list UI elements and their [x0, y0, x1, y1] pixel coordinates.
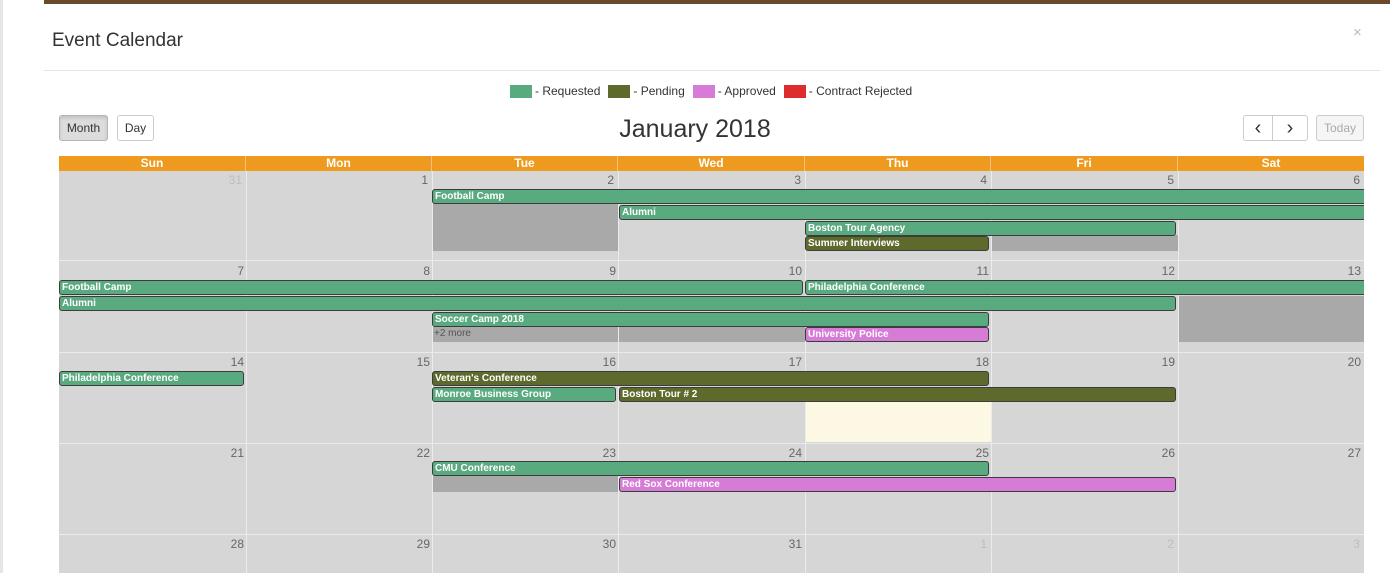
legend-pending: - Pending	[608, 84, 685, 98]
grid-line	[59, 352, 1364, 353]
event-bar[interactable]: Boston Tour Agency	[805, 221, 1176, 236]
legend-swatch-approved	[692, 84, 715, 98]
legend-label-requested: - Requested	[535, 84, 601, 98]
day-number[interactable]: 31	[202, 173, 242, 187]
day-number[interactable]: 30	[576, 537, 616, 551]
day-number[interactable]: 11	[949, 264, 989, 278]
day-number[interactable]: 19	[1135, 355, 1175, 369]
day-number[interactable]: 2	[574, 173, 614, 187]
event-bar[interactable]: Football Camp	[59, 280, 803, 295]
day-number[interactable]: 15	[390, 355, 430, 369]
day-name-header: Sun Mon Tue Wed Thu Fri Sat	[59, 156, 1364, 171]
today-cell[interactable]	[805, 402, 991, 442]
day-number[interactable]: 23	[576, 446, 616, 460]
day-number[interactable]: 7	[204, 264, 244, 278]
header-sun: Sun	[59, 156, 246, 171]
legend-requested: - Requested	[510, 84, 600, 98]
day-number[interactable]: 14	[204, 355, 244, 369]
day-number[interactable]: 12	[1135, 264, 1175, 278]
modal-header-divider	[44, 70, 1380, 71]
event-bar[interactable]: Alumni	[59, 296, 1176, 311]
day-number[interactable]: 24	[762, 446, 802, 460]
event-bar[interactable]: Red Sox Conference	[619, 477, 1176, 492]
day-number[interactable]: 27	[1321, 446, 1361, 460]
day-number[interactable]: 13	[1321, 264, 1361, 278]
legend-swatch-contract-rejected	[783, 84, 806, 98]
status-legend: - Requested - Pending - Approved - Contr…	[510, 83, 920, 99]
modal-title: Event Calendar	[52, 30, 183, 51]
day-number[interactable]: 8	[390, 264, 430, 278]
day-number[interactable]: 22	[390, 446, 430, 460]
legend-contract-rejected: - Contract Rejected	[783, 84, 913, 98]
legend-label-pending: - Pending	[633, 84, 685, 98]
day-number[interactable]: 18	[949, 355, 989, 369]
grid-line	[59, 534, 1364, 535]
day-number[interactable]: 5	[1134, 173, 1174, 187]
grid-line	[59, 443, 1364, 444]
today-button[interactable]: Today	[1316, 115, 1364, 141]
day-number[interactable]: 21	[204, 446, 244, 460]
event-bar[interactable]: Soccer Camp 2018	[432, 312, 989, 327]
day-number[interactable]: 20	[1321, 355, 1361, 369]
month-grid: Sun Mon Tue Wed Thu Fri Sat 31 1 2 3 4 5…	[59, 156, 1364, 573]
header-sat: Sat	[1261, 156, 1281, 170]
event-bar[interactable]: Veteran's Conference	[432, 371, 989, 386]
event-bar[interactable]: University Police	[805, 327, 989, 342]
day-number[interactable]: 29	[390, 537, 430, 551]
cell-shade	[432, 203, 618, 251]
event-bar[interactable]: Summer Interviews	[805, 236, 989, 251]
event-bar[interactable]: Monroe Business Group	[432, 387, 616, 402]
day-number[interactable]: 6	[1320, 173, 1360, 187]
event-bar[interactable]: CMU Conference	[432, 461, 989, 476]
day-number[interactable]: 25	[949, 446, 989, 460]
next-month-button[interactable]: ›	[1272, 115, 1308, 141]
legend-label-approved: - Approved	[717, 84, 776, 98]
header-fri: Fri	[991, 156, 1178, 171]
header-wed: Wed	[618, 156, 805, 171]
day-number[interactable]: 2	[1134, 537, 1174, 551]
event-bar[interactable]: Alumni	[619, 205, 1364, 220]
day-number[interactable]: 3	[761, 173, 801, 187]
day-number[interactable]: 1	[388, 173, 428, 187]
event-bar[interactable]: Boston Tour # 2	[619, 387, 1176, 402]
day-number[interactable]: 4	[947, 173, 987, 187]
day-number[interactable]: 17	[762, 355, 802, 369]
event-bar[interactable]: Philadelphia Conference	[59, 371, 244, 386]
cell-shade	[1178, 296, 1364, 342]
legend-approved: - Approved	[692, 84, 776, 98]
cell-shade	[432, 476, 618, 492]
day-number[interactable]: 10	[762, 264, 802, 278]
more-events-link[interactable]: +2 more	[434, 328, 471, 339]
grid-line	[246, 171, 247, 573]
event-bar[interactable]: Philadelphia Conference	[805, 280, 1364, 295]
event-bar[interactable]: Football Camp	[432, 189, 1364, 204]
day-number[interactable]: 9	[576, 264, 616, 278]
grid-line	[1178, 171, 1179, 573]
header-tue: Tue	[432, 156, 618, 171]
cell-shade	[991, 235, 1178, 251]
day-number[interactable]: 31	[762, 537, 802, 551]
day-number[interactable]: 16	[576, 355, 616, 369]
header-thu: Thu	[805, 156, 991, 171]
legend-swatch-pending	[608, 84, 631, 98]
grid-line	[59, 260, 1364, 261]
day-number[interactable]: 26	[1135, 446, 1175, 460]
day-number[interactable]: 28	[204, 537, 244, 551]
calendar-title: January 2018	[619, 115, 771, 143]
day-number[interactable]: 1	[947, 537, 987, 551]
legend-swatch-requested	[510, 84, 532, 98]
legend-label-contract-rejected: - Contract Rejected	[808, 84, 913, 98]
close-icon[interactable]: ×	[1353, 24, 1362, 41]
day-number[interactable]: 3	[1320, 537, 1360, 551]
prev-month-button[interactable]: ‹	[1243, 115, 1273, 141]
header-mon: Mon	[246, 156, 432, 171]
